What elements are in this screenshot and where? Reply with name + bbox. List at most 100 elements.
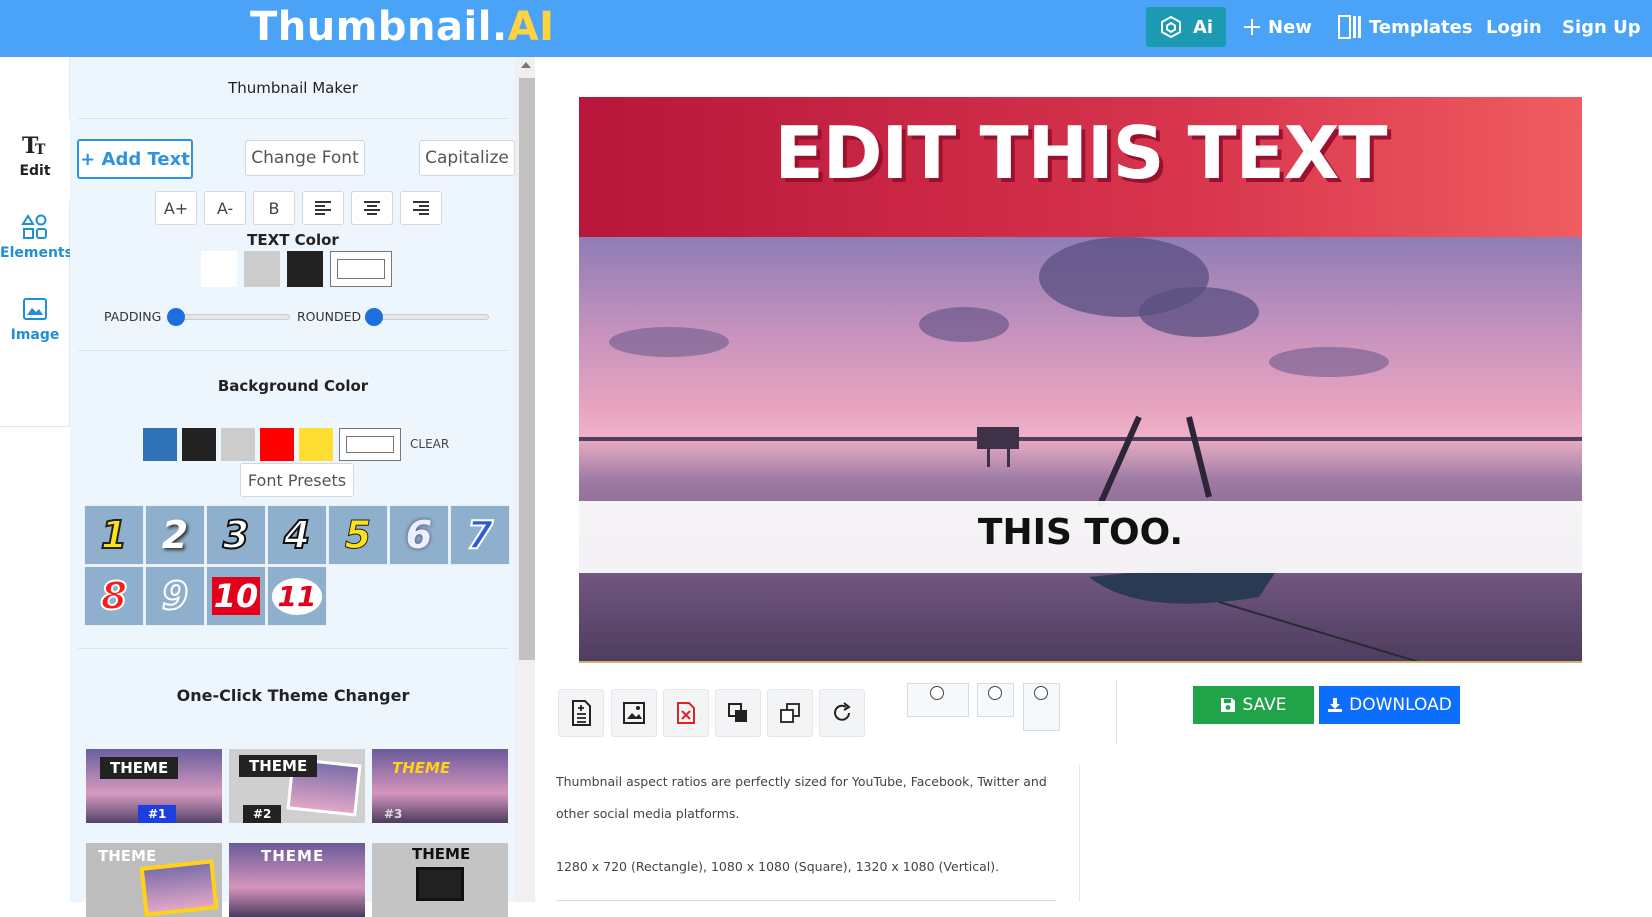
font-preset-3[interactable]: 3: [206, 505, 266, 565]
aspect-rectangle-radio[interactable]: [930, 686, 944, 700]
theme-thumb-4-photo: [139, 859, 219, 917]
text-color-swatch-black[interactable]: [287, 251, 323, 287]
theme-thumb-2[interactable]: THEME #2: [229, 749, 365, 823]
font-preset-1[interactable]: 1: [84, 505, 144, 565]
text-color-transparent-swatch[interactable]: [330, 251, 392, 287]
bg-color-swatch-red[interactable]: [260, 428, 294, 461]
add-page-button[interactable]: [558, 689, 604, 737]
text-size-icon: TT: [22, 133, 46, 159]
brand-logo[interactable]: Thumbnail.AI: [250, 4, 554, 50]
bg-color-swatch-black[interactable]: [182, 428, 216, 461]
text-color-label: TEXT Color: [247, 231, 339, 249]
rail-item-elements-label: Elements: [0, 245, 73, 261]
aspect-vertical-radio[interactable]: [1034, 686, 1048, 700]
panel-scrollbar-thumb[interactable]: [519, 78, 535, 660]
copy-icon: [780, 703, 800, 723]
delete-icon: [677, 702, 695, 724]
bold-button[interactable]: B: [253, 191, 295, 225]
clear-bg-button[interactable]: CLEAR: [410, 437, 449, 451]
add-text-button[interactable]: + Add Text: [77, 139, 193, 179]
nav-ai-button[interactable]: Ai: [1146, 7, 1226, 47]
bg-color-transparent-swatch[interactable]: [339, 428, 401, 461]
font-preset-5[interactable]: 5: [328, 505, 388, 565]
nav-login-link[interactable]: Login: [1486, 7, 1542, 47]
aspect-square-radio[interactable]: [988, 686, 1002, 700]
font-size-increase-button[interactable]: A+: [155, 191, 197, 225]
text-color-swatch-gray[interactable]: [244, 251, 280, 287]
duplicate-button[interactable]: [767, 689, 813, 737]
theme-thumb-5[interactable]: THEME: [229, 843, 365, 917]
download-button[interactable]: DOWNLOAD: [1319, 686, 1460, 724]
columns-icon: [1338, 15, 1361, 39]
change-font-button[interactable]: Change Font: [245, 140, 365, 176]
theme-thumb-2-number: #2: [243, 805, 282, 823]
theme-thumb-1-number: #1: [138, 805, 177, 823]
theme-thumb-5-label: THEME: [261, 847, 325, 865]
save-button-label: SAVE: [1242, 695, 1287, 715]
nav-ai-label: Ai: [1192, 16, 1214, 38]
nav-new-link[interactable]: New: [1242, 7, 1312, 47]
thumbnail-canvas[interactable]: EDIT THIS TEXT THIS TOO.: [579, 97, 1582, 662]
font-preset-10[interactable]: 10: [206, 566, 266, 626]
scroll-up-arrow-icon[interactable]: [521, 62, 531, 68]
nav-login-label: Login: [1486, 16, 1542, 38]
theme-thumb-6-label: THEME: [412, 845, 471, 863]
rail-item-edit[interactable]: TT Edit: [0, 119, 70, 201]
shapes-icon: [21, 214, 47, 239]
info-bottom-divider: [556, 900, 1056, 901]
headline-text[interactable]: EDIT THIS TEXT: [579, 111, 1582, 195]
rail-item-elements[interactable]: Elements: [0, 201, 73, 281]
text-color-swatch-white[interactable]: [201, 251, 237, 287]
theme-thumb-1[interactable]: THEME #1: [86, 749, 222, 823]
brand-name: Thumbnail.: [250, 4, 508, 50]
bg-color-swatch-blue[interactable]: [143, 428, 177, 461]
align-left-button[interactable]: [302, 191, 344, 225]
theme-thumb-4[interactable]: THEME: [86, 843, 222, 917]
panel-title: Thumbnail Maker: [228, 79, 358, 97]
background-color-label: Background Color: [217, 377, 369, 395]
theme-thumb-3[interactable]: THEME #3: [372, 749, 508, 823]
font-preset-6[interactable]: 6: [389, 505, 449, 565]
rotate-button[interactable]: [819, 689, 865, 737]
delete-element-button[interactable]: [663, 689, 709, 737]
swatch-inner-box: [346, 436, 394, 453]
bg-color-swatch-gray[interactable]: [221, 428, 255, 461]
theme-thumb-2-label: THEME: [239, 755, 318, 777]
divider: [78, 118, 508, 119]
font-preset-11-label: 11: [271, 577, 323, 615]
add-image-button[interactable]: [611, 689, 657, 737]
font-preset-9[interactable]: 9: [145, 566, 205, 626]
info-text-line-2: other social media platforms.: [556, 806, 740, 821]
theme-thumb-3-number: #3: [384, 807, 403, 821]
plus-icon: [1244, 19, 1260, 35]
font-preset-4[interactable]: 4: [267, 505, 327, 565]
bring-to-front-button[interactable]: [715, 689, 761, 737]
rounded-slider-track[interactable]: [367, 314, 489, 320]
divider: [78, 350, 508, 351]
font-preset-2[interactable]: 2: [145, 505, 205, 565]
align-right-button[interactable]: [400, 191, 442, 225]
canvas-bottom-border: [579, 661, 1582, 663]
rounded-slider-knob[interactable]: [365, 308, 383, 326]
font-presets-button[interactable]: Font Presets: [240, 463, 354, 497]
nav-signup-link[interactable]: Sign Up: [1562, 7, 1641, 47]
toolbar-divider: [1116, 680, 1117, 744]
font-size-decrease-button[interactable]: A-: [204, 191, 246, 225]
align-right-icon: [413, 201, 429, 215]
nav-signup-label: Sign Up: [1562, 16, 1641, 38]
font-preset-8[interactable]: 8: [84, 566, 144, 626]
font-preset-11[interactable]: 11: [267, 566, 327, 626]
capitalize-button[interactable]: Capitalize: [419, 140, 515, 176]
padding-slider-knob[interactable]: [167, 308, 185, 326]
subline-text[interactable]: THIS TOO.: [579, 512, 1582, 553]
theme-thumb-6[interactable]: THEME: [372, 843, 508, 917]
nav-templates-link[interactable]: Templates: [1337, 7, 1473, 47]
info-text-line-1: Thumbnail aspect ratios are perfectly si…: [556, 774, 1047, 789]
padding-slider-track[interactable]: [168, 314, 290, 320]
bg-color-swatch-yellow[interactable]: [299, 428, 333, 461]
font-preset-10-label: 10: [211, 577, 261, 615]
font-preset-7[interactable]: 7: [450, 505, 510, 565]
rail-item-image[interactable]: Image: [0, 283, 70, 363]
save-button[interactable]: SAVE: [1193, 686, 1314, 724]
align-center-button[interactable]: [351, 191, 393, 225]
